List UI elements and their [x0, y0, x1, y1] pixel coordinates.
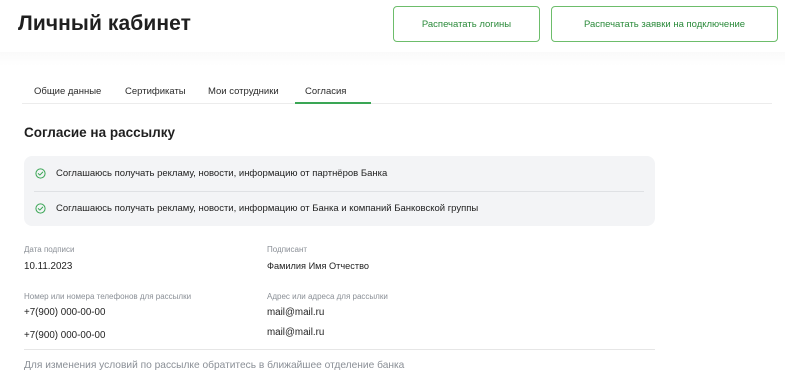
tab-general-data[interactable]: Общие данные	[34, 86, 101, 97]
consent-text: Соглашаюсь получать рекламу, новости, ин…	[56, 203, 479, 214]
tab-bar: Общие данные Сертификаты Мои сотрудники …	[22, 78, 772, 104]
consent-list: Соглашаюсь получать рекламу, новости, ин…	[24, 156, 655, 226]
consent-item: Соглашаюсь получать рекламу, новости, ин…	[24, 156, 655, 191]
print-requests-button[interactable]: Распечатать заявки на подключение	[551, 6, 778, 42]
phones-label: Номер или номера телефонов для рассылки	[24, 292, 192, 301]
email-value: mail@mail.ru	[267, 307, 325, 318]
sign-date-value: 10.11.2023	[24, 261, 73, 272]
email-value: mail@mail.ru	[267, 327, 325, 338]
tab-certificates[interactable]: Сертификаты	[125, 86, 186, 97]
signer-label: Подписант	[267, 245, 308, 254]
sign-date-label: Дата подписи	[24, 245, 75, 254]
print-logins-button[interactable]: Распечатать логины	[393, 6, 540, 42]
signer-value: Фамилия Имя Отчество	[267, 261, 369, 271]
check-circle-icon	[35, 203, 46, 214]
tab-my-employees[interactable]: Мои сотрудники	[208, 86, 279, 97]
active-tab-indicator	[295, 102, 371, 104]
page-header: Личный кабинет Распечатать логины Распеч…	[0, 0, 785, 52]
phone-value: +7(900) 000-00-00	[24, 307, 106, 318]
page-title: Личный кабинет	[18, 12, 192, 35]
consent-item: Соглашаюсь получать рекламу, новости, ин…	[24, 191, 655, 226]
phone-value: +7(900) 000-00-00	[24, 330, 106, 341]
footer-note: Для изменения условий по рассылке обрати…	[24, 360, 405, 371]
emails-label: Адрес или адреса для рассылки	[267, 292, 388, 301]
tab-consents[interactable]: Согласия	[305, 86, 346, 97]
section-title: Согласие на рассылку	[24, 125, 175, 140]
check-circle-icon	[35, 168, 46, 179]
consent-text: Соглашаюсь получать рекламу, новости, ин…	[56, 168, 388, 179]
footer-divider	[24, 349, 655, 350]
header-separator	[0, 52, 785, 66]
